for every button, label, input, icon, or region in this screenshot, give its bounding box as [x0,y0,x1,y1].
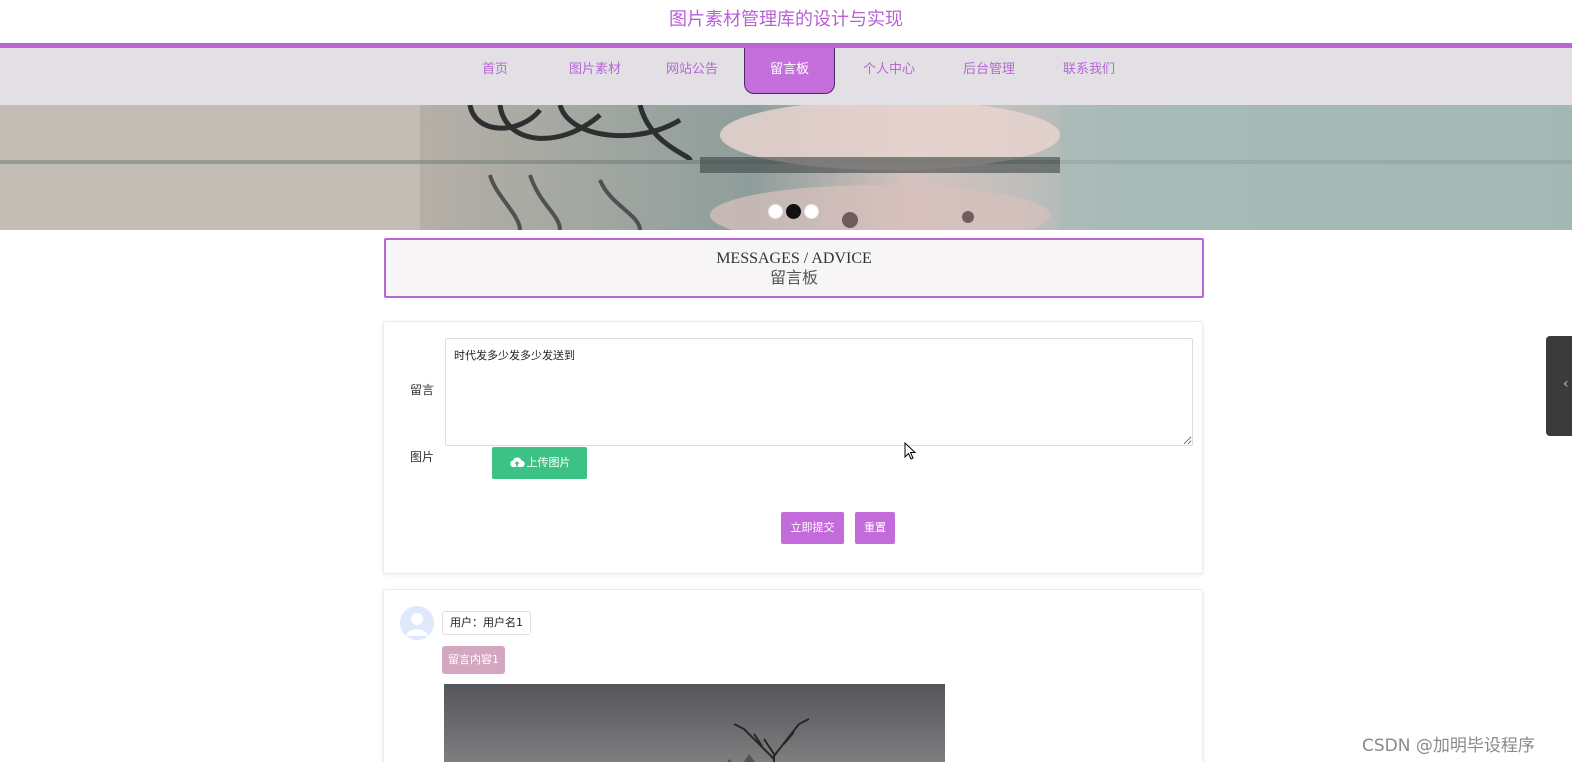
message-label: 留言 [409,383,434,397]
nav-item-home[interactable]: 首页 [458,48,532,92]
submit-button[interactable]: 立即提交 [781,512,844,544]
main-nav: 首页 图片素材 网站公告 留言板 个人中心 后台管理 联系我们 [0,48,1572,105]
reset-button[interactable]: 重置 [855,512,895,544]
image-label: 图片 [409,450,434,464]
side-panel-toggle[interactable]: ‹ [1546,336,1572,436]
nav-item-contact[interactable]: 联系我们 [1052,48,1126,92]
message-user: 用户：用户名1 [442,611,531,635]
upload-button-label: 上传图片 [526,456,571,469]
message-form: 留言 时代发多少发多少发送到 图片 上传图片 立即提交 重置 [383,321,1203,574]
chevron-left-icon: ‹ [1563,376,1569,392]
message-photo [727,718,810,762]
mouse-cursor-icon [904,442,917,460]
message-image [444,684,945,762]
section-heading: MESSAGES / ADVICE 留言板 [384,238,1204,298]
carousel-dot-3[interactable] [804,204,819,219]
site-title: 图片素材管理库的设计与实现 [669,9,903,30]
nav-item-message-board[interactable]: 留言板 [744,48,835,94]
nav-item-admin[interactable]: 后台管理 [952,48,1026,92]
page: 图片素材管理库的设计与实现 首页 图片素材 网站公告 留言板 个人中心 后台管理… [0,0,1572,762]
nav-item-announcements[interactable]: 网站公告 [655,48,729,92]
section-title-en: MESSAGES / ADVICE [716,250,872,267]
nav-item-personal-center[interactable]: 个人中心 [852,48,926,92]
watermark: CSDN @加明毕设程序 [1362,736,1535,756]
upload-image-button[interactable]: 上传图片 [492,447,587,479]
carousel-dot-2[interactable] [786,204,801,219]
cloud-upload-icon [509,457,525,467]
message-textarea[interactable]: 时代发多少发多少发送到 [445,338,1193,446]
user-avatar-icon [400,606,434,640]
avatar [400,606,434,640]
message-item: 用户：用户名1 留言内容1 [383,589,1203,762]
section-title-cn: 留言板 [769,270,818,287]
carousel-dot-1[interactable] [768,204,783,219]
message-content: 留言内容1 [442,646,505,674]
nav-item-image-materials[interactable]: 图片素材 [558,48,632,92]
